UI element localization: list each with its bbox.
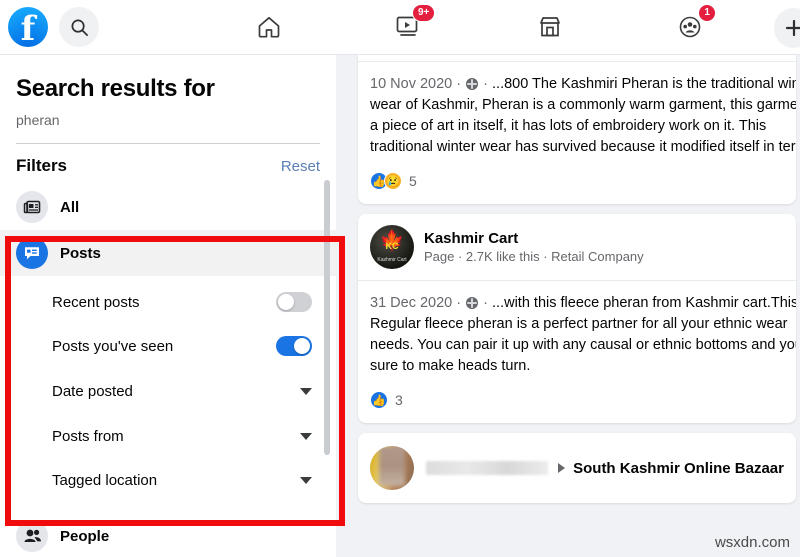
reactions-row-1[interactable]: 👍 😢 5 xyxy=(358,162,796,204)
toggle-knob xyxy=(278,294,294,310)
post-line-2: wear of Kashmir, Pheran is a commonly wa… xyxy=(370,97,796,113)
sidebar-item-label-posts: Posts xyxy=(60,244,101,262)
post-header-3[interactable]: South Kashmir Online Bazaar xyxy=(358,433,796,503)
post-line-4: traditional winter wear has survived bec… xyxy=(370,139,796,155)
option-tagged-location[interactable]: Tagged location xyxy=(0,458,336,502)
nav-groups-button[interactable]: 1 xyxy=(668,4,716,47)
sad-reaction-icon: 😢 xyxy=(384,172,402,190)
sidebar-scrollbar[interactable] xyxy=(324,180,330,455)
search-icon xyxy=(71,19,88,36)
post-line-4: sure to make heads turn. xyxy=(370,358,531,374)
post-date-2: 31 Dec 2020 xyxy=(370,295,453,311)
reaction-count-1: 5 xyxy=(409,173,417,189)
option-recent-posts[interactable]: Recent posts xyxy=(0,280,336,324)
option-date-posted[interactable]: Date posted xyxy=(0,368,336,414)
watermark: wsxdn.com xyxy=(714,534,790,551)
result-card-post-2[interactable]: 🍁 KC Kashmir Cart Kashmir Cart Page · 2.… xyxy=(358,214,796,423)
toggle-recent-posts[interactable] xyxy=(276,292,312,312)
reaction-count-2: 3 xyxy=(395,392,403,408)
sidebar-item-label-people: People xyxy=(60,527,110,545)
page-meta-2: Page · 2.7K like this · Retail Company xyxy=(424,249,644,264)
blurred-author-name xyxy=(426,461,549,475)
sidebar-item-posts[interactable]: Posts xyxy=(0,230,336,276)
option-label-tagged-location: Tagged location xyxy=(52,471,158,489)
sidebar-item-people[interactable]: People xyxy=(0,513,336,557)
facebook-logo-icon[interactable]: f xyxy=(8,7,48,47)
public-privacy-icon xyxy=(466,297,479,309)
post-text-1: 10 Nov 2020 · · ...800 The Kashmiri Pher… xyxy=(358,62,796,162)
post-line-1: ...with this fleece pheran from Kashmir … xyxy=(492,295,796,311)
blurred-face xyxy=(379,446,405,486)
facebook-search-results-page: f 9+ 1 Search results for pheran Filters… xyxy=(0,0,800,557)
sidebar-item-all[interactable]: All xyxy=(0,184,336,230)
post-date-1: 10 Nov 2020 xyxy=(370,76,453,92)
search-query-text: pheran xyxy=(16,112,60,128)
store-icon xyxy=(539,17,560,37)
nav-watch-button[interactable]: 9+ xyxy=(387,4,436,47)
nav-home-button[interactable] xyxy=(247,7,291,47)
post-filter-options: Recent posts Posts you've seen Date post… xyxy=(0,276,336,502)
search-button[interactable] xyxy=(59,7,99,47)
like-reaction-icon: 👍 xyxy=(370,391,388,409)
top-navigation-bar: f 9+ 1 xyxy=(0,0,800,55)
posts-icon xyxy=(16,237,48,269)
chevron-down-icon[interactable] xyxy=(300,387,312,395)
avatar-label: Kashmir Cart xyxy=(377,257,407,263)
post-line-1: ...800 The Kashmiri Pheran is the tradit… xyxy=(492,76,796,92)
sidebar-item-label-all: All xyxy=(60,198,80,216)
option-label-posts-youve-seen: Posts you've seen xyxy=(52,337,174,355)
post-line-2: Regular fleece pheran is a perfect partn… xyxy=(370,316,788,332)
filters-label: Filters xyxy=(16,156,68,175)
result-card-post-3[interactable]: South Kashmir Online Bazaar xyxy=(358,433,796,503)
post-text-2: 31 Dec 2020 · · ...with this fleece pher… xyxy=(358,281,796,381)
option-label-recent-posts: Recent posts xyxy=(52,293,140,311)
option-label-date-posted: Date posted xyxy=(52,382,133,400)
toggle-posts-youve-seen[interactable] xyxy=(276,336,312,356)
shared-to-arrow-icon xyxy=(558,463,566,473)
plus-icon xyxy=(785,19,800,37)
reactions-row-2[interactable]: 👍 3 xyxy=(358,381,796,423)
page-title: Search results for xyxy=(16,75,215,102)
search-results-feed: Kashmir Cart 10 Nov 2020 · · ...800 The … xyxy=(336,55,800,557)
people-icon xyxy=(16,520,48,552)
chevron-down-icon[interactable] xyxy=(300,432,312,440)
nav-marketplace-button[interactable] xyxy=(528,7,572,47)
option-posts-from[interactable]: Posts from xyxy=(0,414,336,458)
public-privacy-icon xyxy=(466,78,479,90)
option-label-posts-from: Posts from xyxy=(52,427,124,445)
toggle-knob xyxy=(294,338,310,354)
post-header-text-2: Kashmir Cart Page · 2.7K like this · Ret… xyxy=(424,230,644,264)
post-line-3: a piece of art in itself, it has lots of… xyxy=(370,118,767,134)
nav-watch-badge: 9+ xyxy=(411,4,436,22)
shared-group-name[interactable]: South Kashmir Online Bazaar xyxy=(573,460,784,477)
nav-groups-badge: 1 xyxy=(698,4,716,22)
home-icon xyxy=(258,16,280,38)
facebook-logo-glyph: f xyxy=(20,9,36,49)
post-line-3: needs. You can pair it up with any causa… xyxy=(370,337,796,353)
nav-icon-group: 9+ 1 xyxy=(99,4,800,47)
avatar-initials: KC xyxy=(385,241,399,251)
search-filters-sidebar: Search results for pheran Filters Reset … xyxy=(0,55,336,557)
chevron-down-icon[interactable] xyxy=(300,476,312,484)
avatar[interactable] xyxy=(370,446,414,490)
post-header-2[interactable]: 🍁 KC Kashmir Cart Kashmir Cart Page · 2.… xyxy=(358,214,796,280)
filters-header-row: Filters Reset xyxy=(0,144,336,184)
avatar[interactable]: 🍁 KC Kashmir Cart xyxy=(370,225,414,269)
reset-filters-link[interactable]: Reset xyxy=(281,158,320,175)
news-icon xyxy=(16,191,48,223)
result-card-post-1[interactable]: Kashmir Cart 10 Nov 2020 · · ...800 The … xyxy=(358,55,796,204)
page-name-2[interactable]: Kashmir Cart xyxy=(424,230,644,247)
option-posts-youve-seen[interactable]: Posts you've seen xyxy=(0,324,336,368)
